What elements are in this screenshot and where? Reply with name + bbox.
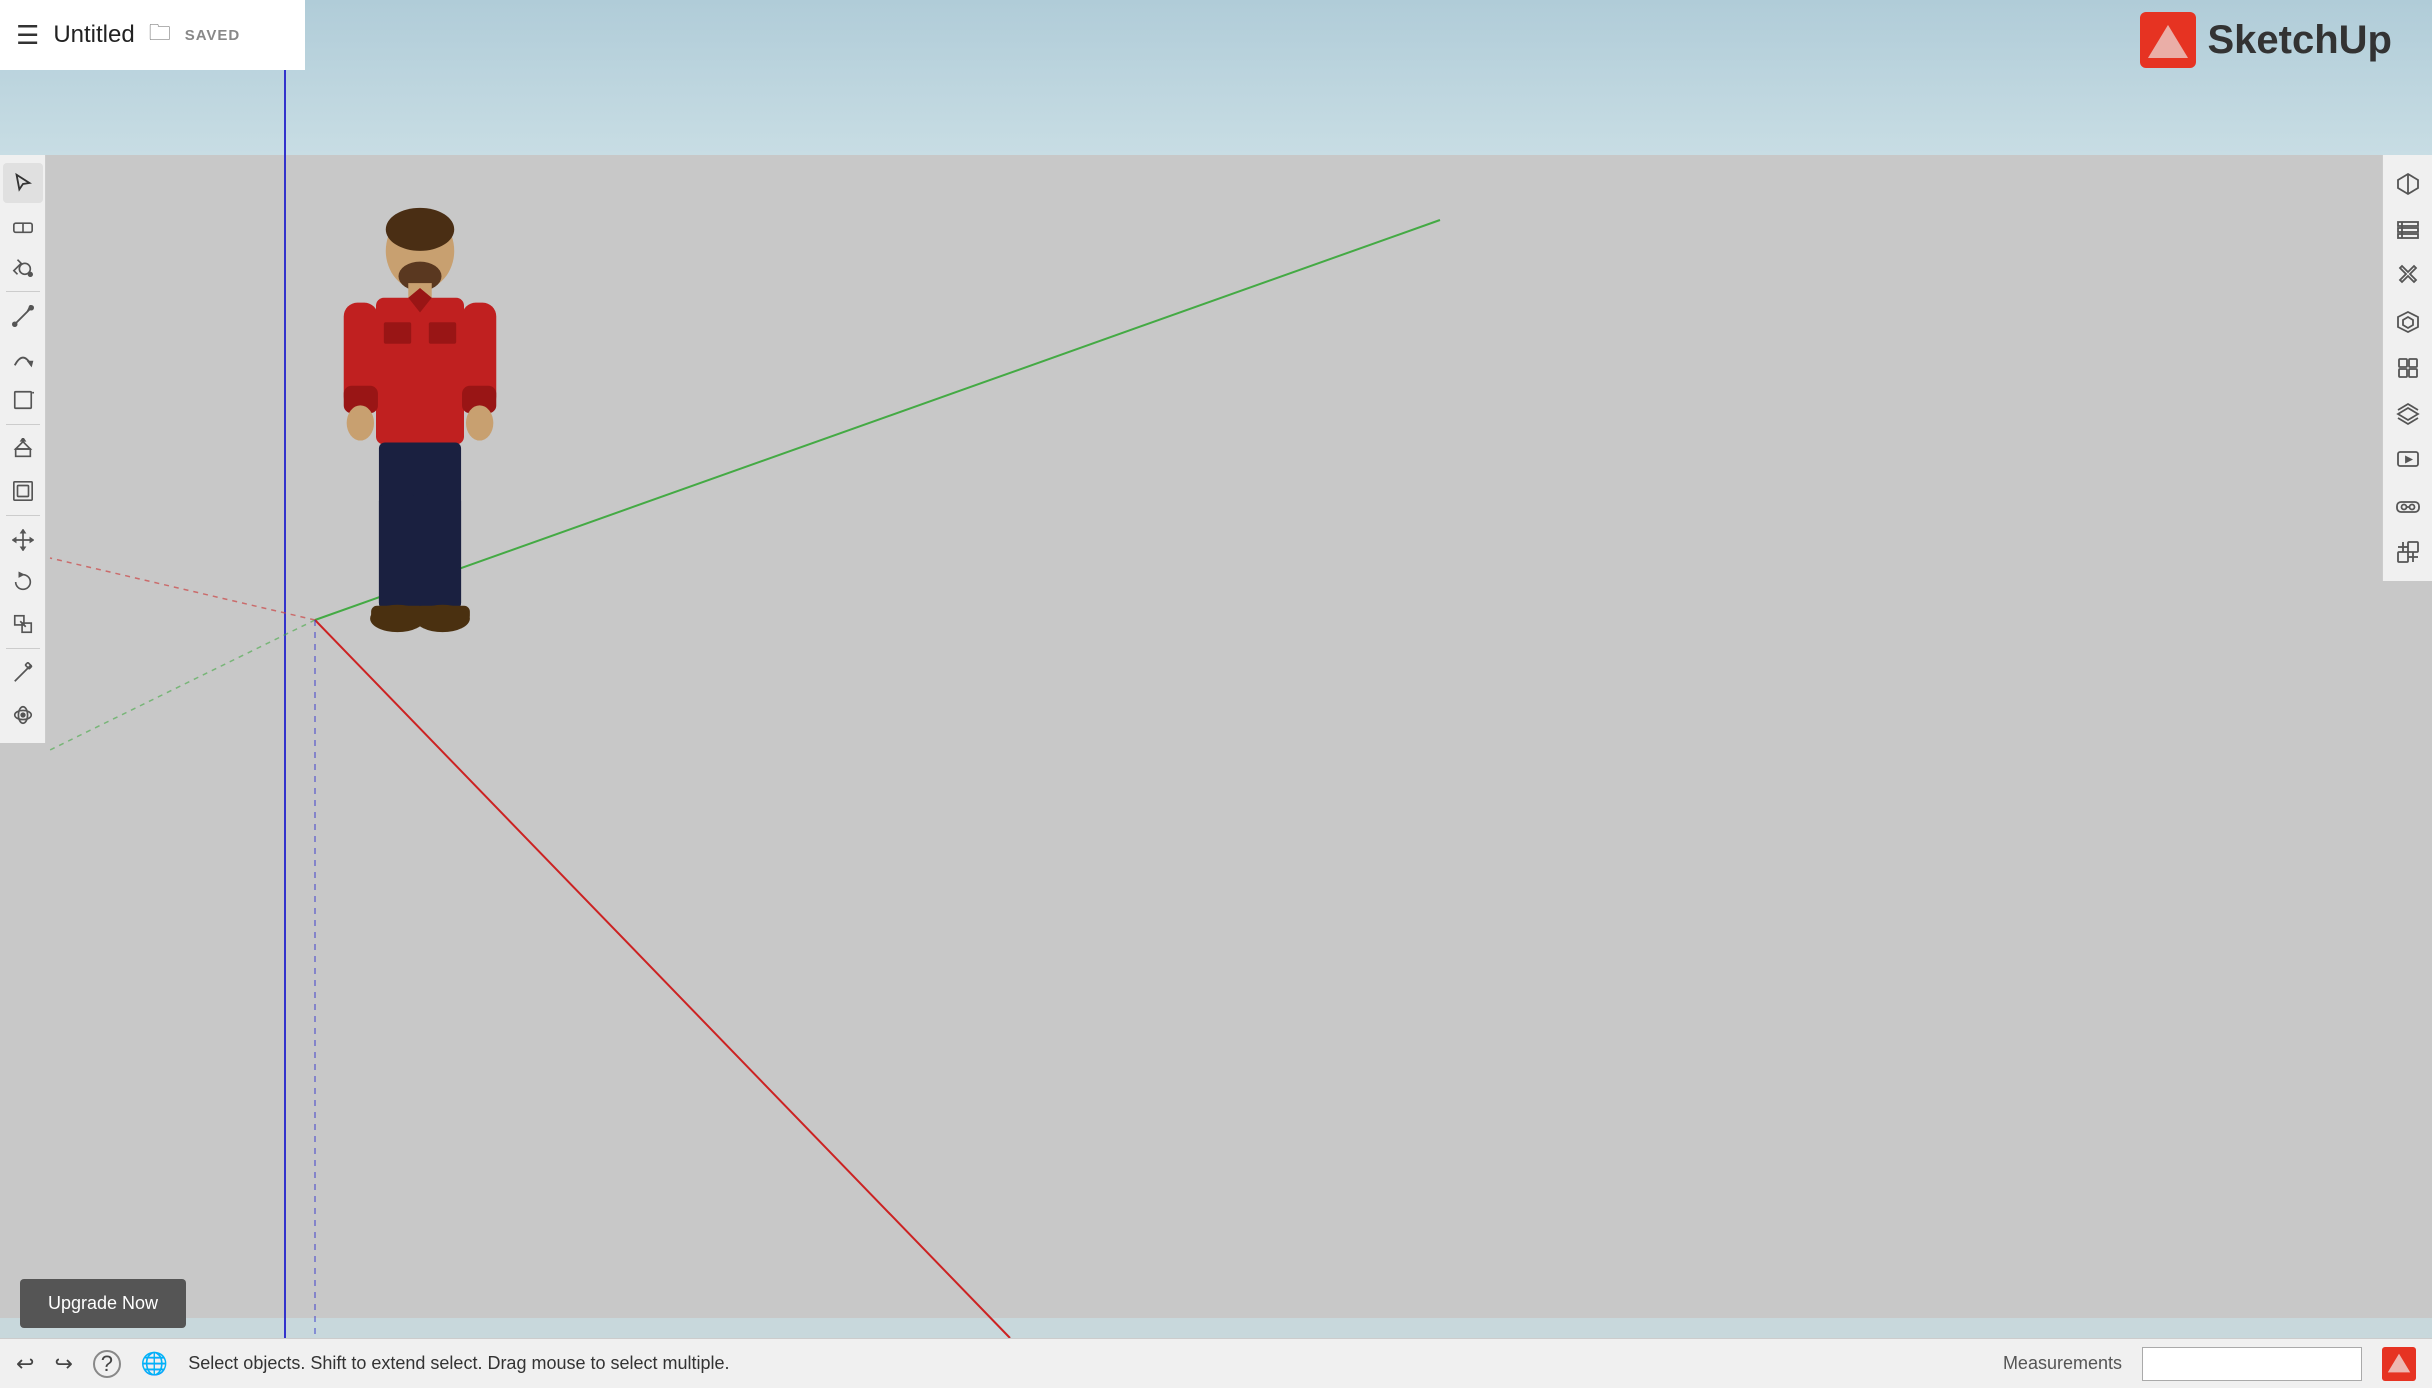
topbar: ☰ Untitled 🗀 SAVED	[0, 0, 305, 70]
document-title: Untitled	[53, 21, 134, 49]
saved-badge: SAVED	[185, 27, 241, 44]
upgrade-now-button[interactable]: Upgrade Now	[20, 1279, 186, 1328]
tool-rotate[interactable]	[3, 562, 43, 602]
logo-text: SketchUp	[2208, 18, 2393, 63]
tool-move[interactable]	[3, 520, 43, 560]
tool-arc[interactable]	[3, 338, 43, 378]
help-icon[interactable]: ?	[93, 1350, 121, 1378]
right-toolbar	[2382, 155, 2432, 581]
logo-icon	[2138, 10, 2198, 70]
tool-push-pull[interactable]	[3, 429, 43, 469]
separator-2	[6, 424, 40, 425]
sky-background	[0, 0, 2432, 155]
folder-icon[interactable]: 🗀	[149, 16, 171, 54]
rtool-layers[interactable]	[2387, 393, 2429, 435]
measurements-input[interactable]	[2142, 1347, 2362, 1381]
tool-paint-bucket[interactable]	[3, 247, 43, 287]
tool-shapes[interactable]	[3, 380, 43, 420]
redo-icon[interactable]: ↪	[54, 1351, 72, 1377]
rtool-styles[interactable]	[2387, 255, 2429, 297]
rtool-scenes[interactable]	[2387, 439, 2429, 481]
rtool-components[interactable]	[2387, 209, 2429, 251]
measurements-label: Measurements	[2003, 1353, 2122, 1374]
sketchup-logo: SketchUp	[2138, 10, 2393, 70]
separator-3	[6, 515, 40, 516]
rtool-vr[interactable]	[2387, 485, 2429, 527]
tool-line[interactable]	[3, 296, 43, 336]
rtool-materials[interactable]	[2387, 163, 2429, 205]
tool-offset[interactable]	[3, 471, 43, 511]
status-message: Select objects. Shift to extend select. …	[188, 1353, 1983, 1374]
separator-1	[6, 291, 40, 292]
tool-eraser[interactable]	[3, 205, 43, 245]
rtool-3d-warehouse[interactable]	[2387, 301, 2429, 343]
rtool-solid-tools[interactable]	[2387, 347, 2429, 389]
tool-tape-measure[interactable]	[3, 653, 43, 693]
viewport: ☰ Untitled 🗀 SAVED SketchUp	[0, 0, 2432, 1388]
ground-background	[0, 155, 2432, 1318]
tool-orbit[interactable]	[3, 695, 43, 735]
statusbar: ↩ ↪ ? 🌐 Select objects. Shift to extend …	[0, 1338, 2432, 1388]
menu-icon[interactable]: ☰	[16, 20, 39, 51]
separator-4	[6, 648, 40, 649]
sketchup-badge	[2382, 1347, 2416, 1381]
tool-select[interactable]	[3, 163, 43, 203]
tool-scale[interactable]	[3, 604, 43, 644]
left-toolbar	[0, 155, 46, 743]
undo-icon[interactable]: ↩	[16, 1351, 34, 1377]
globe-icon[interactable]: 🌐	[141, 1351, 168, 1377]
rtool-extension[interactable]	[2387, 531, 2429, 573]
